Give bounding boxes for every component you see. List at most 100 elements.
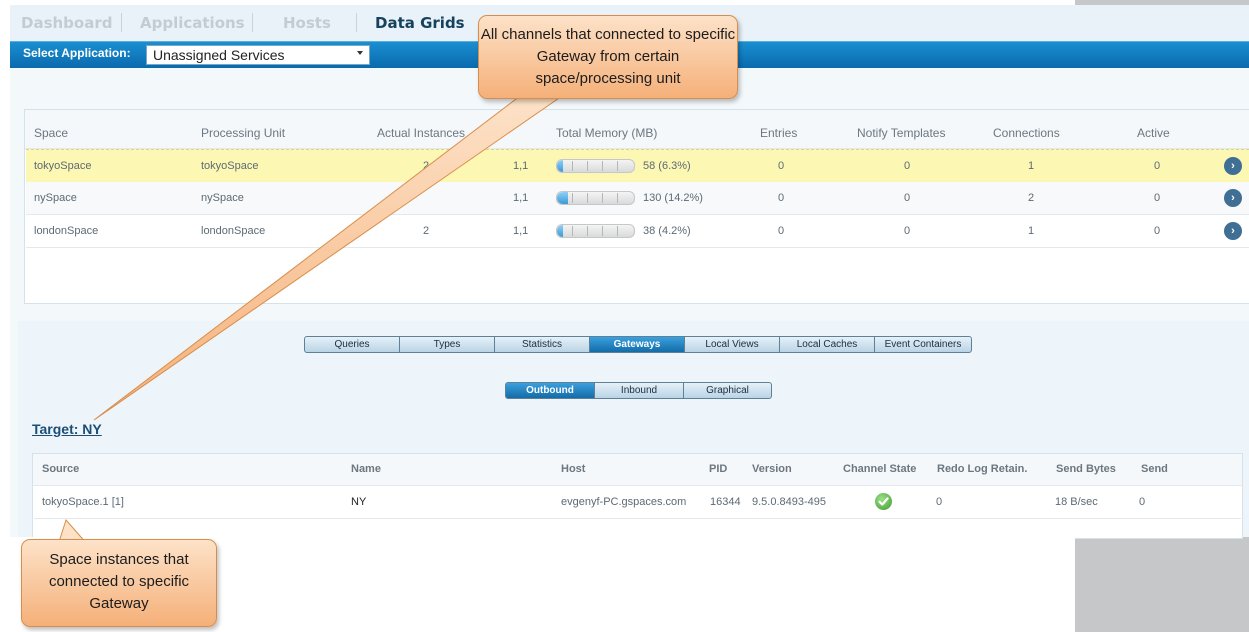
column-header-send-bytes[interactable]: Send Bytes (1056, 463, 1116, 475)
chevron-right-icon[interactable]: › (1224, 157, 1242, 175)
nav-divider (252, 13, 253, 32)
cell-entries: 0 (778, 160, 785, 172)
memory-bar-tick (602, 226, 603, 236)
memory-bar-tick (602, 193, 603, 203)
column-header-channel-state[interactable]: Channel State (843, 463, 916, 475)
memory-bar-tick (617, 161, 618, 171)
cell-source: tokyoSpace.1 [1] (42, 496, 124, 508)
cell-notify-templates: 0 (904, 160, 911, 172)
nav-divider (356, 13, 357, 32)
tab-queries[interactable]: Queries (305, 337, 400, 352)
column-header-active[interactable]: Active (1137, 126, 1170, 140)
table-row[interactable]: tokyoSpace tokyoSpace 2 1,1 58 (6.3%) 0 … (26, 149, 1249, 183)
tab-gateways[interactable]: Gateways (590, 337, 685, 352)
cell-topology: 1,1 (513, 160, 529, 172)
memory-bar-tick (572, 226, 573, 236)
cell-memory: 58 (6.3%) (643, 160, 691, 172)
cell-redo-log: 0 (936, 496, 943, 508)
gateway-channels-table: Source Name Host PID Version Channel Sta… (32, 453, 1243, 539)
detail-tabs: Queries Types Statistics Gateways Local … (304, 336, 972, 353)
tab-local-caches[interactable]: Local Caches (780, 337, 875, 352)
chevron-down-icon (357, 51, 363, 55)
cell-send: 0 (1139, 496, 1146, 508)
cell-connections: 1 (1028, 225, 1035, 237)
memory-bar-tick (617, 226, 618, 236)
nav-applications[interactable]: Applications (140, 14, 245, 32)
cell-active: 0 (1154, 192, 1161, 204)
memory-bar-tick (617, 193, 618, 203)
table-row[interactable]: nySpace nySpace 1,1 130 (14.2%) 0 0 2 0 … (26, 182, 1249, 215)
spaces-table: Space Processing Unit Actual Instances T… (24, 109, 1249, 304)
column-header-actual-instances[interactable]: Actual Instances (377, 126, 465, 140)
cell-active: 0 (1154, 160, 1161, 172)
column-header-source[interactable]: Source (42, 463, 79, 475)
application-dropdown[interactable]: Unassigned Services (146, 45, 370, 65)
cell-processing-unit: tokyoSpace (201, 160, 259, 172)
column-header-host[interactable]: Host (561, 463, 585, 475)
cell-space: tokyoSpace (34, 160, 92, 172)
memory-bar-tick (587, 193, 588, 203)
column-header-send[interactable]: Send (1141, 463, 1168, 475)
tab-local-views[interactable]: Local Views (685, 337, 780, 352)
cell-topology: 1,1 (513, 225, 529, 237)
cell-notify-templates: 0 (904, 192, 911, 204)
memory-bar-fill (557, 160, 563, 172)
table-row[interactable]: tokyoSpace.1 [1] NY evgenyf-PC.gspaces.c… (34, 486, 1241, 519)
nav-dashboard[interactable]: Dashboard (21, 14, 112, 32)
column-header-total-memory[interactable]: Total Memory (MB) (556, 126, 657, 140)
tab-outbound[interactable]: Outbound (506, 383, 595, 398)
column-header-notify-templates[interactable]: Notify Templates (857, 126, 945, 140)
cell-memory: 38 (4.2%) (643, 225, 691, 237)
memory-bar-tick (587, 161, 588, 171)
chevron-right-icon[interactable]: › (1224, 222, 1242, 240)
tab-types[interactable]: Types (400, 337, 495, 352)
column-header-entries[interactable]: Entries (760, 126, 797, 140)
column-header-pid[interactable]: PID (709, 463, 727, 475)
cell-space: nySpace (34, 192, 77, 204)
cell-connections: 1 (1028, 160, 1035, 172)
memory-bar-tick (572, 193, 573, 203)
column-header-name[interactable]: Name (351, 463, 381, 475)
tab-event-containers[interactable]: Event Containers (875, 337, 971, 352)
nav-divider (121, 13, 122, 32)
cell-connections: 2 (1028, 192, 1035, 204)
memory-bar-tick (602, 161, 603, 171)
nav-hosts[interactable]: Hosts (283, 14, 331, 32)
column-header-space[interactable]: Space (34, 126, 68, 140)
gateway-target-link[interactable]: Target: NY (32, 421, 102, 437)
cell-processing-unit: nySpace (201, 192, 244, 204)
gateway-table-header: Source Name Host PID Version Channel Sta… (33, 454, 1242, 486)
cell-processing-unit: londonSpace (201, 225, 266, 237)
tab-inbound[interactable]: Inbound (595, 383, 684, 398)
cell-space: londonSpace (34, 225, 99, 237)
cell-actual-instances: 2 (423, 160, 430, 172)
memory-bar (556, 191, 635, 205)
cell-memory: 130 (14.2%) (643, 192, 703, 204)
cell-actual-instances: 2 (423, 225, 430, 237)
tab-graphical[interactable]: Graphical (684, 383, 771, 398)
memory-bar (556, 224, 635, 238)
cell-name: NY (351, 496, 367, 508)
check-icon (875, 493, 892, 510)
cell-host: evgenyf-PC.gspaces.com (561, 496, 687, 508)
column-header-redo-log[interactable]: Redo Log Retain. (937, 463, 1027, 475)
column-header-connections[interactable]: Connections (993, 126, 1060, 140)
callout-space-instances: Space instances that connected to specif… (21, 539, 217, 627)
memory-bar-tick (572, 161, 573, 171)
table-row[interactable]: londonSpace londonSpace 2 1,1 38 (4.2%) … (26, 215, 1249, 248)
column-header-version[interactable]: Version (752, 463, 792, 475)
callout-gateway-channels: All channels that connected to specific … (478, 15, 738, 99)
cell-active: 0 (1154, 225, 1161, 237)
callout-space-instances-text: Space instances that connected to specif… (48, 551, 190, 612)
column-header-processing-unit[interactable]: Processing Unit (201, 126, 285, 140)
cell-topology: 1,1 (513, 192, 529, 204)
callout-gateway-channels-text: All channels that connected to specific … (480, 26, 736, 87)
nav-data-grids[interactable]: Data Grids (375, 14, 465, 32)
chevron-right-icon[interactable]: › (1224, 189, 1242, 207)
cell-version: 9.5.0.8493-495 (752, 496, 827, 508)
cell-send-bytes: 18 B/sec (1055, 496, 1098, 508)
cell-notify-templates: 0 (904, 225, 911, 237)
application-dropdown-value: Unassigned Services (153, 47, 285, 63)
memory-bar-tick (587, 226, 588, 236)
tab-statistics[interactable]: Statistics (495, 337, 590, 352)
